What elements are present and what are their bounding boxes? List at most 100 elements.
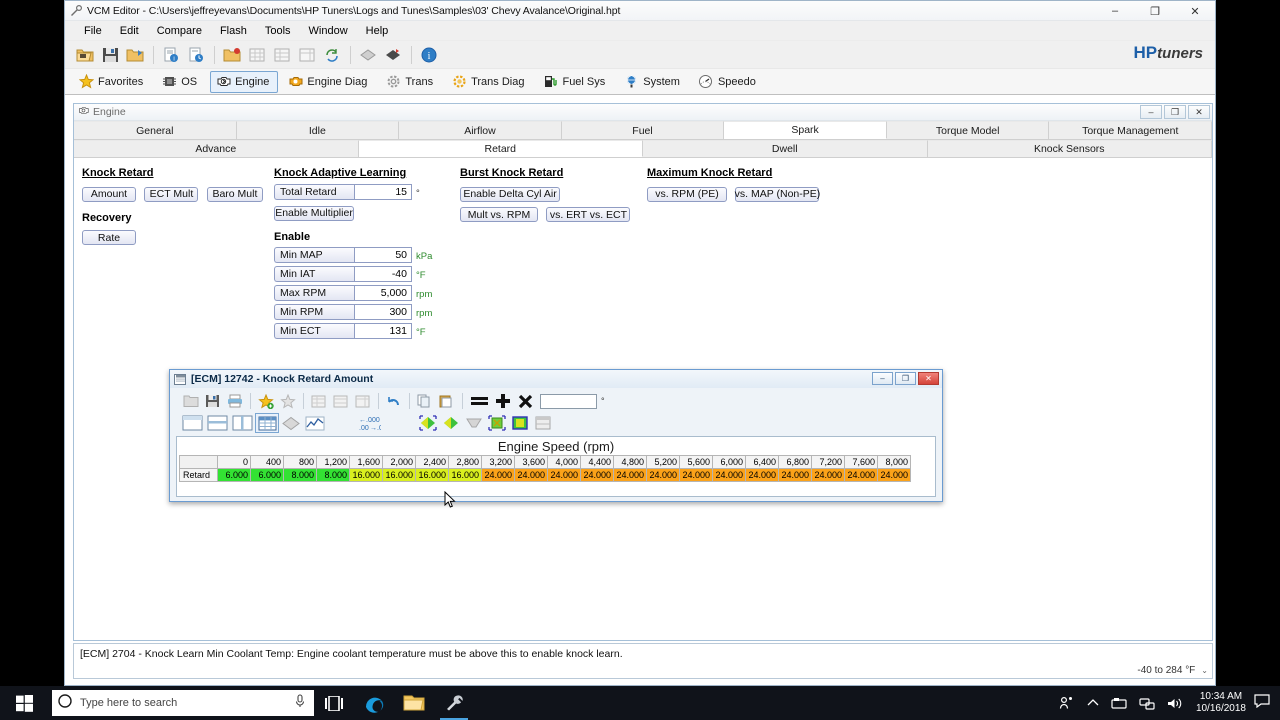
tab-general[interactable]: General [74, 121, 237, 139]
minimize-button[interactable]: – [1095, 1, 1135, 21]
menu-item-flash[interactable]: Flash [211, 23, 256, 39]
menu-item-help[interactable]: Help [357, 23, 398, 39]
view-single-icon[interactable] [180, 413, 204, 433]
field-min-ect[interactable]: Min ECT 131 °F [274, 323, 432, 342]
menu-item-compare[interactable]: Compare [148, 23, 211, 39]
volume-icon[interactable] [1167, 697, 1182, 710]
tab-fuel[interactable]: Fuel [562, 121, 725, 139]
info-icon[interactable]: i [417, 43, 441, 67]
tab-advance[interactable]: Advance [74, 140, 359, 157]
table-cell[interactable]: 24.000 [614, 469, 647, 482]
view-diamond-icon[interactable] [280, 413, 302, 433]
save-icon[interactable] [98, 43, 122, 67]
open-folder-icon[interactable] [73, 43, 97, 67]
file-explorer-icon[interactable] [394, 686, 434, 720]
gradient-fade-icon[interactable] [463, 413, 485, 433]
ecm-maximize-button[interactable]: ❐ [895, 372, 916, 385]
category-os[interactable]: OS [156, 71, 206, 93]
fill-down-icon[interactable] [532, 413, 554, 433]
table-grid2-icon[interactable] [270, 43, 294, 67]
view-vertical-icon[interactable] [230, 413, 254, 433]
table-cell[interactable]: 24.000 [746, 469, 779, 482]
close-button[interactable]: ✕ [1175, 1, 1215, 21]
table-cell[interactable]: 24.000 [878, 469, 911, 482]
engine-maximize-button[interactable]: ❐ [1164, 105, 1186, 119]
table-cell[interactable]: 24.000 [713, 469, 746, 482]
file-info-icon[interactable]: i [159, 43, 183, 67]
file-history-icon[interactable] [184, 43, 208, 67]
copy-icon[interactable] [414, 391, 435, 411]
table-cell[interactable]: 16.000 [416, 469, 449, 482]
menu-item-tools[interactable]: Tools [256, 23, 300, 39]
value-input[interactable] [540, 394, 597, 409]
maximize-button[interactable]: ❐ [1135, 1, 1175, 21]
ecm-close-button[interactable]: ✕ [918, 372, 939, 385]
button-vs-ert-vs-ect[interactable]: vs. ERT vs. ECT [546, 207, 630, 222]
open-tune-icon[interactable] [220, 43, 244, 67]
table-cell[interactable]: 16.000 [350, 469, 383, 482]
tab-spark[interactable]: Spark [724, 121, 887, 139]
table-grid3-icon[interactable] [295, 43, 319, 67]
table-cell[interactable]: 24.000 [680, 469, 713, 482]
notification-icon[interactable] [1254, 694, 1270, 713]
search-input[interactable]: Type here to search [52, 690, 314, 716]
view-horizontal-icon[interactable] [205, 413, 229, 433]
table-cell[interactable]: 24.000 [812, 469, 845, 482]
table-cell[interactable]: 24.000 [548, 469, 581, 482]
people-icon[interactable] [1059, 696, 1075, 710]
read-vehicle-icon[interactable] [356, 43, 380, 67]
table-paste-icon[interactable] [330, 391, 351, 411]
menu-item-edit[interactable]: Edit [111, 23, 148, 39]
taskbar-clock[interactable]: 10:34 AM 10/16/2018 [1196, 691, 1246, 715]
field-min-map-value[interactable]: 50 [354, 247, 412, 263]
save-as-icon[interactable] [123, 43, 147, 67]
category-trans[interactable]: Trans [380, 71, 442, 93]
knock-retard-table[interactable]: 0 400 800 1,200 1,600 2,000 2,400 2,800 … [179, 455, 911, 482]
field-max-rpm[interactable]: Max RPM 5,000 rpm [274, 285, 432, 304]
menu-item-window[interactable]: Window [300, 23, 357, 39]
plus-icon[interactable] [492, 391, 514, 411]
multiply-icon[interactable] [515, 391, 535, 411]
field-min-rpm[interactable]: Min RPM 300 rpm [274, 304, 432, 323]
vcm-editor-icon[interactable] [434, 686, 474, 720]
save-icon[interactable] [202, 391, 223, 411]
windows-start-icon[interactable] [0, 686, 48, 720]
edge-browser-icon[interactable] [354, 686, 394, 720]
table-grid1-icon[interactable] [245, 43, 269, 67]
table-cell[interactable]: 24.000 [779, 469, 812, 482]
category-system[interactable]: System [618, 71, 689, 93]
tab-retard[interactable]: Retard [359, 140, 644, 157]
button-vs-rpm-pe[interactable]: vs. RPM (PE) [647, 187, 727, 202]
table-copy-icon[interactable] [308, 391, 329, 411]
table-cell[interactable]: 16.000 [449, 469, 482, 482]
category-speedo[interactable]: Speedo [693, 71, 765, 93]
field-min-map[interactable]: Min MAP 50 kPa [274, 247, 432, 266]
table-cell[interactable]: 24.000 [845, 469, 878, 482]
equals-icon[interactable] [467, 391, 491, 411]
color-scale-icon[interactable] [509, 413, 531, 433]
button-amount[interactable]: Amount [82, 187, 136, 202]
table-cell[interactable]: 6.000 [251, 469, 284, 482]
tab-torque-model[interactable]: Torque Model [887, 121, 1050, 139]
button-enable-multiplier[interactable]: Enable Multiplier [274, 206, 354, 221]
ecm-minimize-button[interactable]: – [872, 372, 893, 385]
menu-item-file[interactable]: File [75, 23, 111, 39]
table-cell[interactable]: 8.000 [284, 469, 317, 482]
chevron-up-icon[interactable] [1087, 698, 1099, 708]
button-ect-mult[interactable]: ECT Mult [144, 187, 198, 202]
table-cell[interactable]: 6.000 [218, 469, 251, 482]
category-trans-diag[interactable]: Trans Diag [446, 71, 533, 93]
removable-media-icon[interactable] [1111, 697, 1127, 710]
print-icon[interactable] [224, 391, 245, 411]
button-mult-vs-rpm[interactable]: Mult vs. RPM [460, 207, 538, 222]
field-min-ect-value[interactable]: 131 [354, 323, 412, 339]
table-cell[interactable]: 8.000 [317, 469, 350, 482]
field-min-iat[interactable]: Min IAT -40 °F [274, 266, 432, 285]
table-cell[interactable]: 16.000 [383, 469, 416, 482]
paste-icon[interactable] [436, 391, 457, 411]
sync-icon[interactable] [320, 43, 344, 67]
button-enable-delta-cyl-air[interactable]: Enable Delta Cyl Air [460, 187, 560, 202]
undo-icon[interactable] [383, 391, 404, 411]
button-rate[interactable]: Rate [82, 230, 136, 245]
button-baro-mult[interactable]: Baro Mult [207, 187, 263, 202]
